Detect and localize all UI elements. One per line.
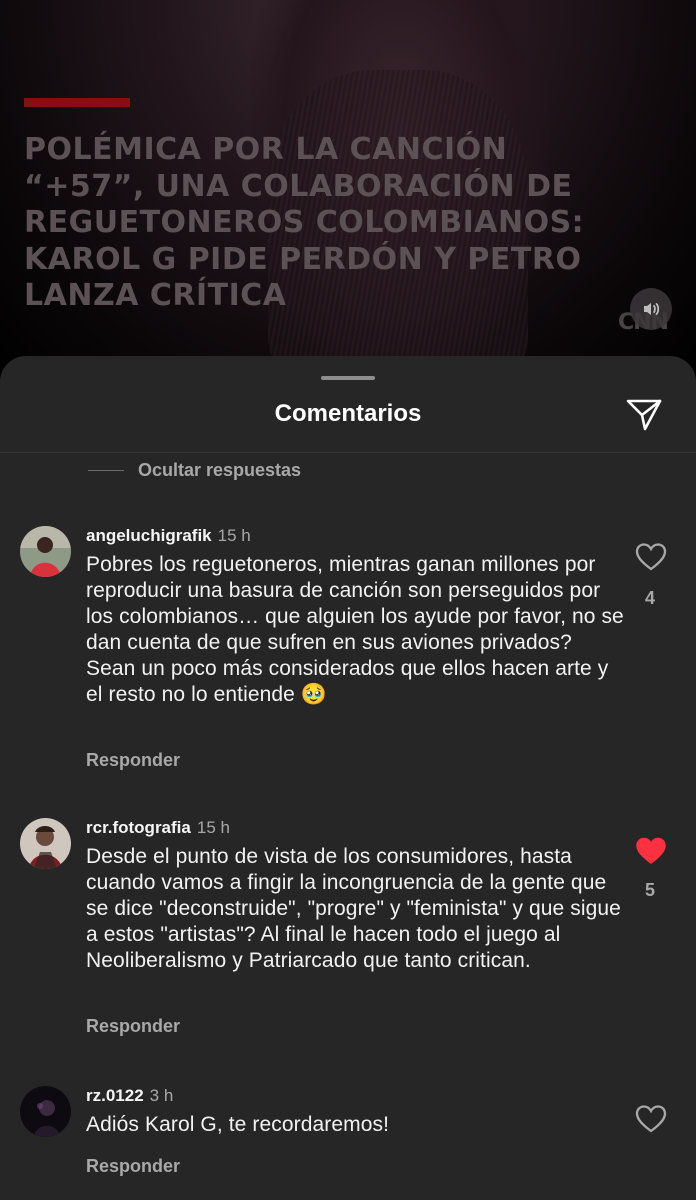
comment-text: Desde el punto de vista de los consumido… (86, 845, 621, 972)
comment-header: rcr.fotografia 15 h (86, 818, 230, 838)
comment-time: 15 h (196, 818, 230, 837)
sound-toggle-button[interactable] (630, 288, 672, 330)
comment-time: 3 h (149, 1086, 174, 1105)
comment-item: rcr.fotografia 15 h Desde el punto de vis… (0, 818, 696, 1048)
like-count: 4 (644, 588, 655, 608)
comment-header: rz.0122 3 h (86, 1086, 173, 1106)
comment-item: rz.0122 3 h Adiós Karol G, te recordaremo… (0, 1086, 696, 1196)
reply-button[interactable]: Responder (86, 750, 180, 771)
heart-icon[interactable] (634, 540, 668, 574)
share-icon[interactable] (624, 394, 664, 434)
hide-replies-label: Ocultar respuestas (138, 460, 302, 480)
avatar[interactable] (20, 526, 71, 577)
comment-text: Adiós Karol G, te recordaremos! (86, 1113, 390, 1136)
sheet-title: Comentarios (274, 400, 422, 427)
headline-accent-bar (24, 98, 130, 107)
header-divider (0, 452, 696, 453)
comment-username[interactable]: rcr.fotografia (86, 818, 191, 837)
comment-username[interactable]: rz.0122 (86, 1086, 144, 1105)
comment-username[interactable]: angeluchigrafik (86, 526, 212, 545)
heart-filled-icon[interactable] (634, 834, 668, 868)
comments-sheet: Comentarios Ocultar respuestas angeluchi… (0, 356, 696, 1200)
sheet-drag-handle[interactable] (321, 376, 375, 380)
replies-line (88, 470, 124, 471)
like-count: 5 (644, 880, 655, 900)
comment-time: 15 h (217, 526, 251, 545)
avatar[interactable] (20, 818, 71, 869)
avatar[interactable] (20, 1086, 71, 1137)
reply-button[interactable]: Responder (86, 1156, 180, 1177)
comment-item: angeluchigrafik 15 h Pobres los reguetone… (0, 526, 696, 770)
comment-text: Pobres los reguetoneros, mientras ganan … (86, 553, 624, 706)
post-headline: POLÉMICA POR LA CANCIÓN “+57”, UNA COLAB… (24, 132, 585, 313)
reply-button[interactable]: Responder (86, 1016, 180, 1037)
comment-header: angeluchigrafik 15 h (86, 526, 251, 546)
hide-replies-button[interactable]: Ocultar respuestas (88, 460, 301, 481)
speaker-icon (644, 303, 660, 315)
post-background: POLÉMICA POR LA CANCIÓN “+57”, UNA COLAB… (0, 0, 696, 380)
heart-icon[interactable] (634, 1102, 668, 1136)
